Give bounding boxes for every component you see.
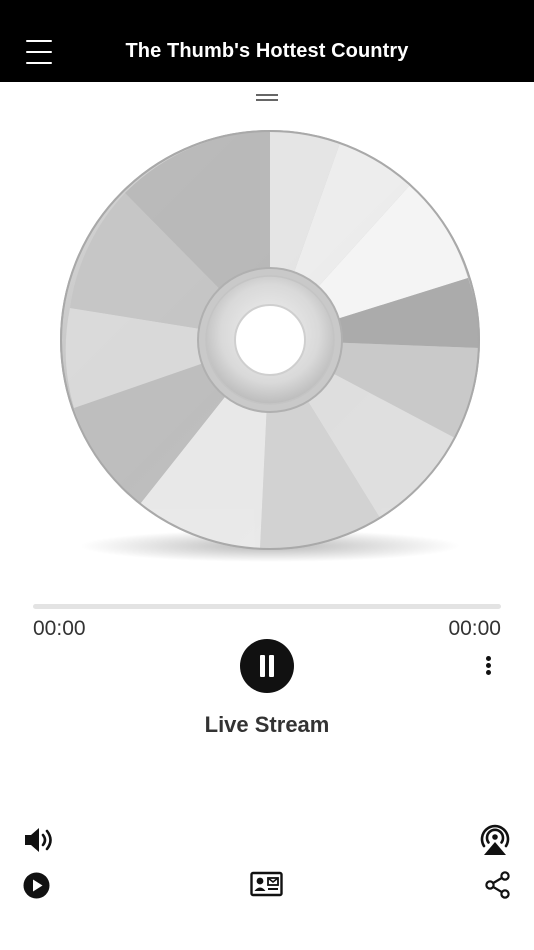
pause-button[interactable] — [240, 639, 294, 693]
drag-handle-icon[interactable] — [256, 93, 278, 101]
airplay-icon[interactable] — [477, 822, 513, 856]
progress-bar[interactable] — [33, 604, 501, 609]
more-vertical-icon[interactable] — [478, 654, 498, 678]
total-time: 00:00 — [448, 617, 501, 640]
app-header: The Thumb's Hottest Country — [0, 0, 534, 82]
pause-icon — [260, 655, 265, 677]
contact-card-icon[interactable] — [250, 871, 283, 897]
cd-artwork — [60, 130, 480, 562]
station-title: The Thumb's Hottest Country — [125, 40, 409, 62]
share-icon[interactable] — [484, 871, 512, 899]
volume-icon[interactable] — [22, 825, 58, 855]
track-title: Live Stream — [204, 712, 330, 737]
elapsed-time: 00:00 — [33, 617, 86, 640]
play-icon[interactable] — [23, 872, 50, 899]
